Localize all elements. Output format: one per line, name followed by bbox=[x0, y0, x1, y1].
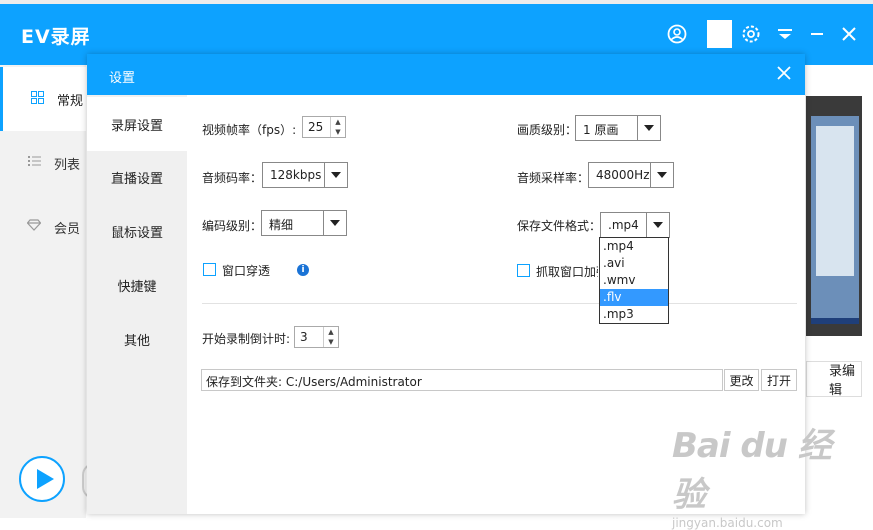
countdown-value: 3 bbox=[300, 330, 308, 344]
format-option[interactable]: .avi bbox=[600, 255, 668, 272]
audio-bitrate-value: 128kbps bbox=[270, 168, 322, 182]
settings-gear-icon[interactable] bbox=[740, 23, 762, 45]
dialog-nav: 录屏设置 直播设置 鼠标设置 快捷键 其他 bbox=[87, 95, 187, 514]
chevron-down-icon[interactable] bbox=[646, 213, 669, 237]
fps-stepper-arrows[interactable]: ▲ ▼ bbox=[330, 117, 345, 137]
chevron-down-icon[interactable] bbox=[324, 163, 347, 187]
dialog-title: 设置 bbox=[109, 71, 136, 86]
countdown-stepper-arrows[interactable]: ▲ ▼ bbox=[323, 327, 338, 347]
audio-bitrate-label: 音频码率： bbox=[202, 171, 263, 185]
preview-thumbnail bbox=[806, 96, 862, 336]
divider bbox=[202, 303, 797, 304]
format-value: .mp4 bbox=[608, 218, 639, 232]
quality-label: 画质级别： bbox=[517, 123, 578, 137]
tab-mouse-settings[interactable]: 鼠标设置 bbox=[87, 204, 187, 258]
sample-rate-value: 48000Hz bbox=[596, 168, 650, 182]
open-folder-button[interactable]: 打开 bbox=[761, 369, 797, 391]
sidebar-item-list[interactable]: 列表 bbox=[0, 131, 86, 195]
chevron-down-icon[interactable] bbox=[323, 211, 346, 235]
quality-value: 1 原画 bbox=[583, 123, 619, 137]
encode-level-select[interactable]: 精细 bbox=[261, 210, 347, 236]
edit-button[interactable]: 录编辑 bbox=[806, 361, 862, 398]
change-folder-button[interactable]: 更改 bbox=[724, 369, 759, 391]
fps-value: 25 bbox=[308, 120, 324, 134]
user-icon[interactable] bbox=[666, 23, 688, 45]
encode-level-label: 编码级别： bbox=[202, 219, 263, 233]
sidebar-item-member[interactable]: 会员 bbox=[0, 195, 86, 259]
window-through-label: 窗口穿透 bbox=[222, 264, 271, 278]
grid-icon bbox=[29, 90, 45, 108]
format-label: 保存文件格式： bbox=[517, 219, 602, 233]
encode-level-value: 精细 bbox=[269, 218, 294, 232]
capture-window-checkbox[interactable] bbox=[517, 264, 530, 277]
save-folder-text: 保存到文件夹: C:/Users/Administrator bbox=[206, 375, 422, 389]
dialog-header: 设置 bbox=[87, 54, 805, 95]
sidebar-item-label: 会员 bbox=[54, 221, 81, 237]
dropdown-menu-icon[interactable] bbox=[774, 23, 796, 45]
sidebar-item-label: 列表 bbox=[54, 157, 81, 173]
watermark-url: jingyan.baidu.com bbox=[672, 516, 783, 530]
format-option-selected[interactable]: .flv bbox=[600, 289, 668, 306]
format-option[interactable]: .mp4 bbox=[600, 238, 668, 255]
audio-bitrate-select[interactable]: 128kbps bbox=[262, 162, 348, 188]
save-folder-field[interactable]: 保存到文件夹: C:/Users/Administrator bbox=[201, 369, 723, 391]
baidu-watermark: Bai du 经验 jingyan.baidu.com bbox=[672, 418, 852, 530]
sidebar-item-general[interactable]: 常规 bbox=[0, 67, 86, 131]
user-avatar-box[interactable] bbox=[707, 20, 732, 48]
chevron-down-icon[interactable] bbox=[637, 116, 660, 140]
fps-stepper[interactable]: 25 ▲ ▼ bbox=[302, 116, 346, 138]
format-option[interactable]: .wmv bbox=[600, 272, 668, 289]
countdown-label: 开始录制倒计时: bbox=[202, 332, 291, 346]
sidebar-item-label: 常规 bbox=[57, 93, 84, 109]
format-dropdown-list: .mp4 .avi .wmv .flv .mp3 bbox=[599, 237, 669, 324]
tab-other[interactable]: 其他 bbox=[87, 312, 187, 366]
format-option[interactable]: .mp3 bbox=[600, 306, 668, 323]
tab-record-settings[interactable]: 录屏设置 bbox=[87, 97, 187, 151]
fps-label: 视频帧率（fps）: bbox=[202, 123, 297, 137]
info-icon[interactable]: i bbox=[297, 264, 309, 276]
minimize-icon[interactable] bbox=[806, 23, 828, 45]
tab-live-settings[interactable]: 直播设置 bbox=[87, 150, 187, 204]
format-select[interactable]: .mp4 bbox=[600, 212, 670, 238]
capture-window-label: 抓取窗口加强 bbox=[536, 265, 598, 279]
close-icon[interactable] bbox=[838, 23, 860, 45]
sample-rate-label: 音频采样率： bbox=[517, 171, 590, 185]
watermark-logo: Bai du 经验 bbox=[672, 426, 832, 515]
chevron-down-icon[interactable] bbox=[650, 163, 673, 187]
sample-rate-select[interactable]: 48000Hz bbox=[588, 162, 674, 188]
play-record-button[interactable] bbox=[19, 456, 65, 502]
quality-select[interactable]: 1 原画 bbox=[575, 115, 661, 141]
tab-hotkeys[interactable]: 快捷键 bbox=[87, 258, 187, 312]
countdown-stepper[interactable]: 3 ▲ ▼ bbox=[294, 326, 339, 348]
app-title: EV录屏 bbox=[21, 26, 91, 48]
window-through-checkbox[interactable] bbox=[203, 263, 216, 276]
list-icon bbox=[26, 155, 42, 171]
diamond-icon bbox=[26, 219, 42, 235]
dialog-close-icon[interactable] bbox=[777, 64, 791, 84]
